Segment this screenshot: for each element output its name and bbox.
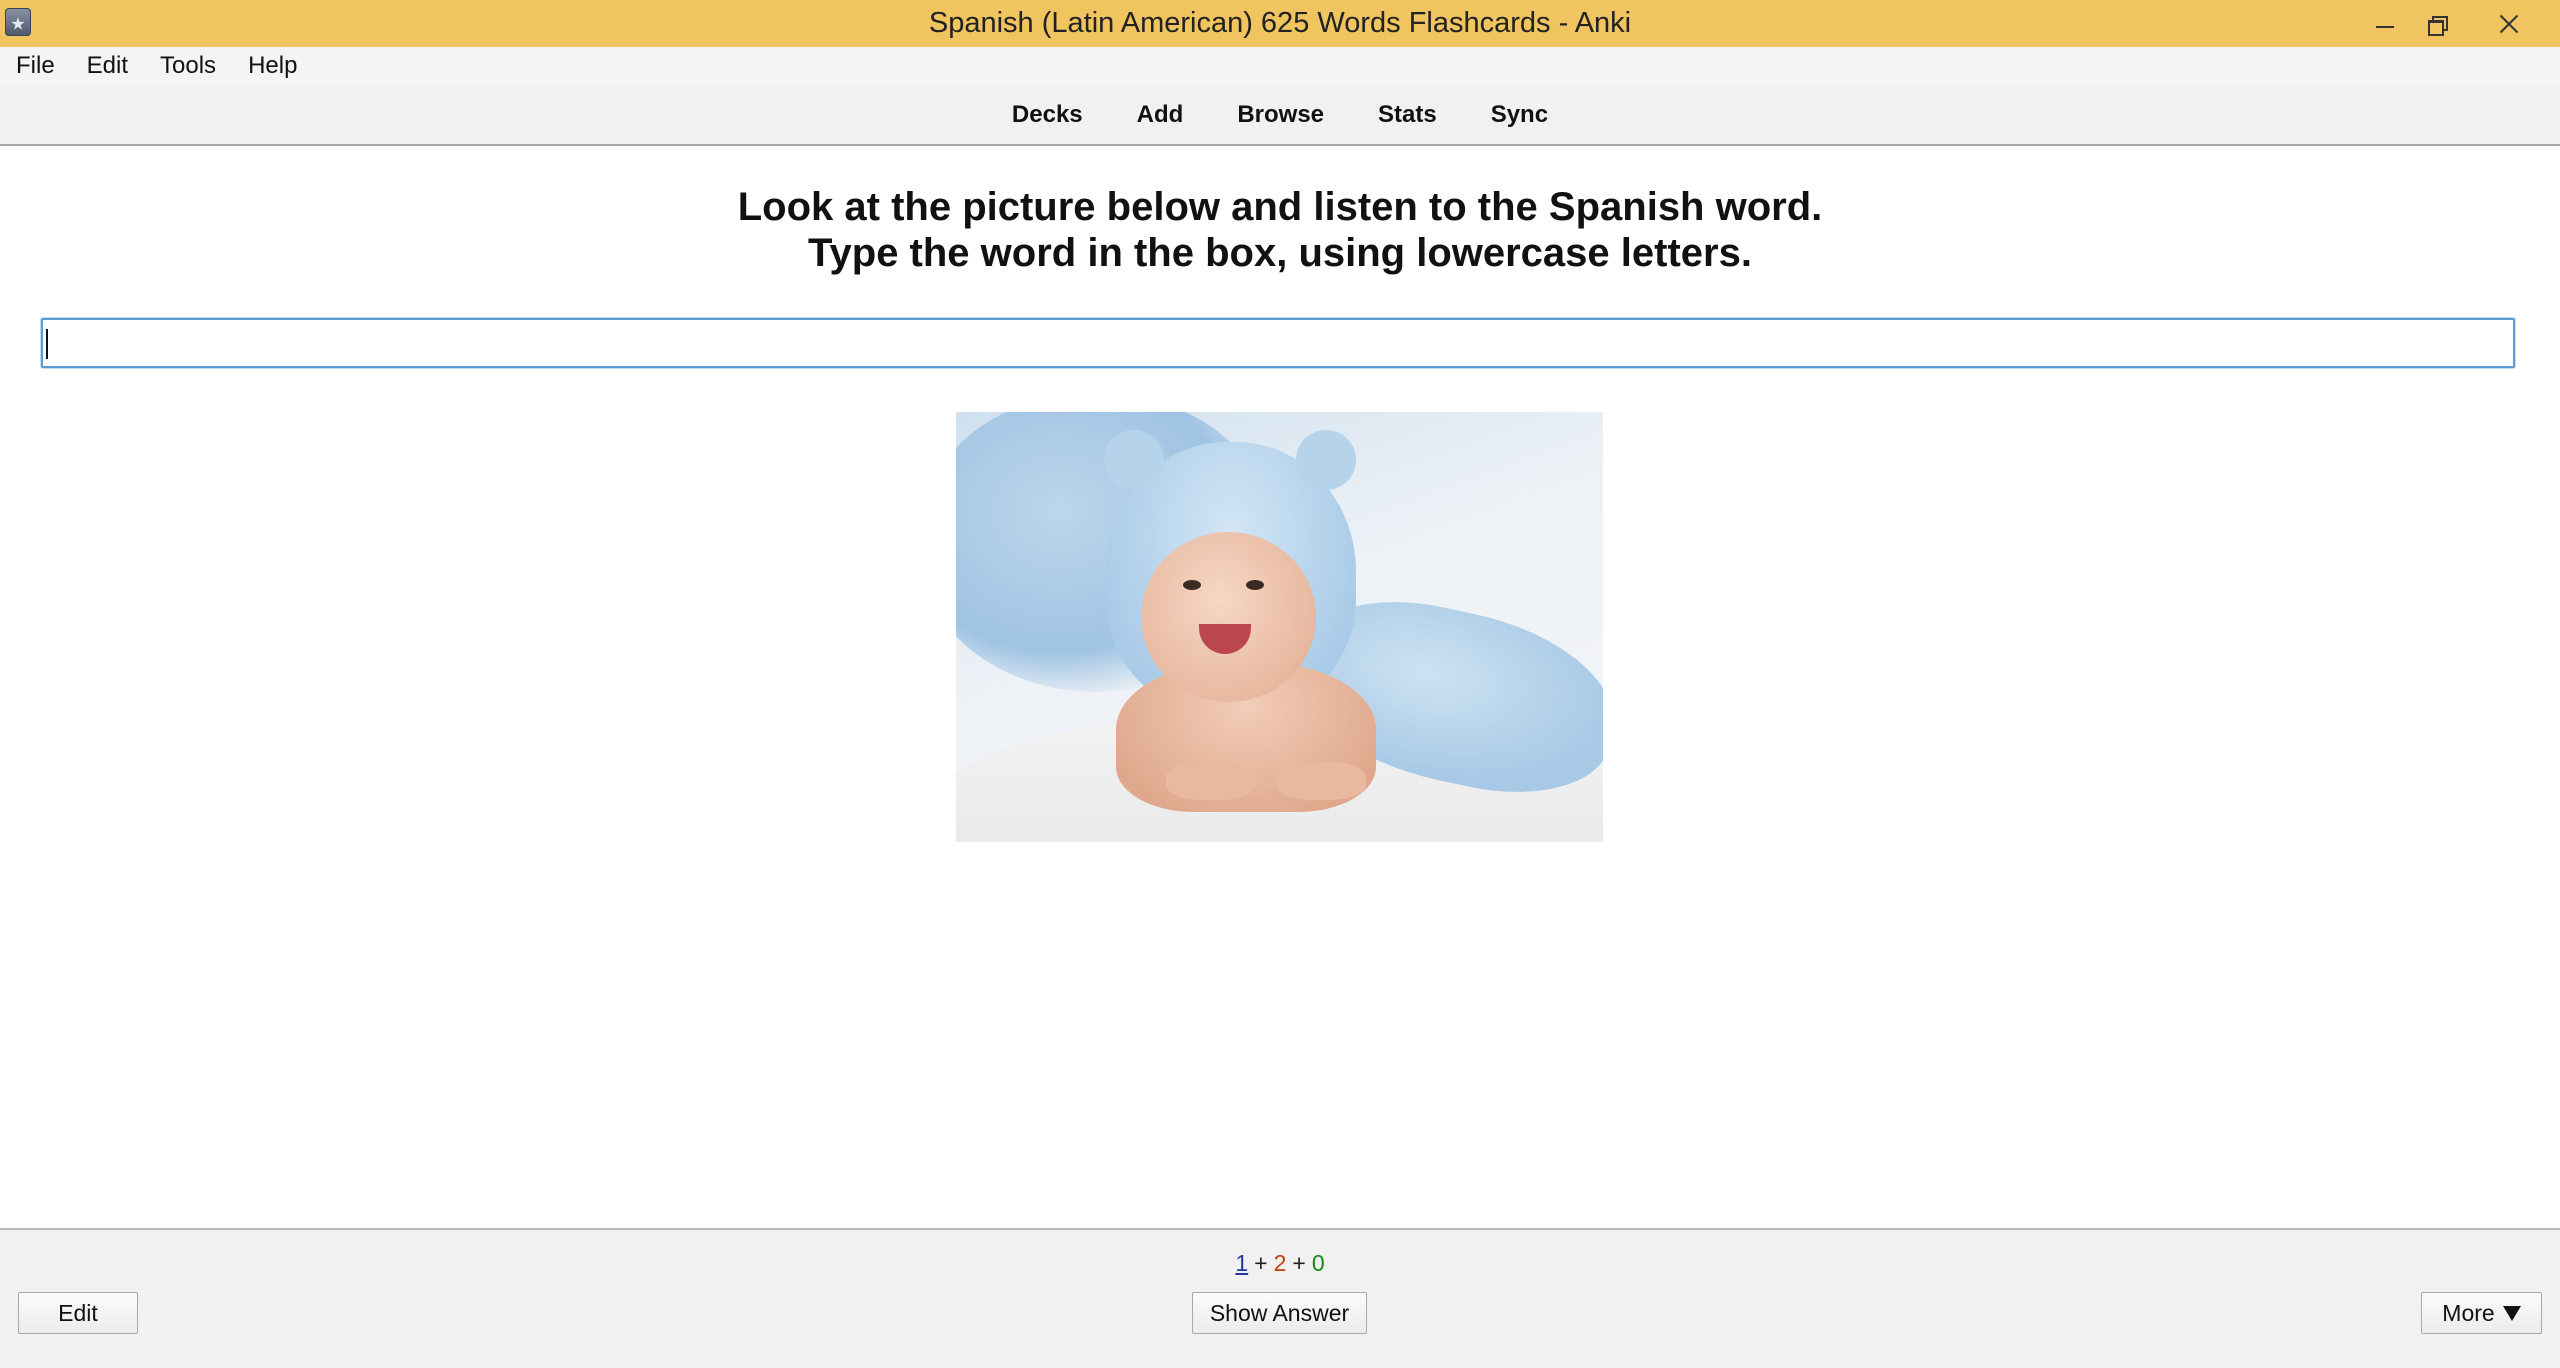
menu-tools[interactable]: Tools	[144, 47, 232, 85]
review-count: 0	[1311, 1250, 1325, 1276]
toolbar-stats[interactable]: Stats	[1378, 101, 1437, 129]
anki-window: Spanish (Latin American) 625 Words Flash…	[0, 0, 2560, 1368]
close-button[interactable]	[2474, 0, 2544, 47]
card-area: Look at the picture below and listen to …	[0, 146, 2560, 1228]
due-counts: 1 +2 +0	[0, 1250, 2560, 1277]
restore-icon	[2428, 15, 2448, 36]
triangle-down-icon	[2502, 1305, 2521, 1321]
minimize-icon	[2376, 25, 2394, 28]
show-answer-label: Show Answer	[1209, 1299, 1350, 1326]
text-caret	[46, 329, 48, 359]
close-icon	[2498, 13, 2520, 35]
title-bar: Spanish (Latin American) 625 Words Flash…	[0, 0, 2560, 47]
count-separator: +	[1292, 1250, 1306, 1276]
answer-input[interactable]	[41, 318, 2515, 368]
edit-button[interactable]: Edit	[18, 1292, 138, 1334]
card-image-baby	[956, 412, 1603, 842]
menu-help[interactable]: Help	[232, 47, 313, 85]
edit-button-label: Edit	[58, 1299, 98, 1326]
toolbar-add[interactable]: Add	[1137, 101, 1184, 129]
review-bottom-bar: 1 +2 +0 Edit Show Answer More	[0, 1228, 2560, 1368]
toolbar-sync[interactable]: Sync	[1491, 101, 1548, 129]
restore-button[interactable]	[2402, 0, 2472, 47]
instruction-line-2: Type the word in the box, using lowercas…	[808, 231, 1752, 275]
window-title: Spanish (Latin American) 625 Words Flash…	[928, 7, 1632, 39]
toolbar-browse[interactable]: Browse	[1237, 101, 1324, 129]
show-answer-button[interactable]: Show Answer	[1192, 1292, 1367, 1334]
more-button-label: More	[2442, 1299, 2495, 1326]
main-toolbar: Decks Add Browse Stats Sync	[0, 85, 2560, 146]
toolbar-decks[interactable]: Decks	[1012, 101, 1083, 129]
new-count: 1	[1235, 1250, 1249, 1276]
menu-file[interactable]: File	[0, 47, 71, 85]
more-button[interactable]: More	[2421, 1292, 2542, 1334]
menu-bar: File Edit Tools Help	[0, 47, 2560, 85]
count-separator: +	[1254, 1250, 1268, 1276]
card-instructions: Look at the picture below and listen to …	[0, 184, 2560, 276]
learning-count: 2	[1273, 1250, 1287, 1276]
instruction-line-1: Look at the picture below and listen to …	[737, 185, 1823, 229]
menu-edit[interactable]: Edit	[71, 47, 144, 85]
